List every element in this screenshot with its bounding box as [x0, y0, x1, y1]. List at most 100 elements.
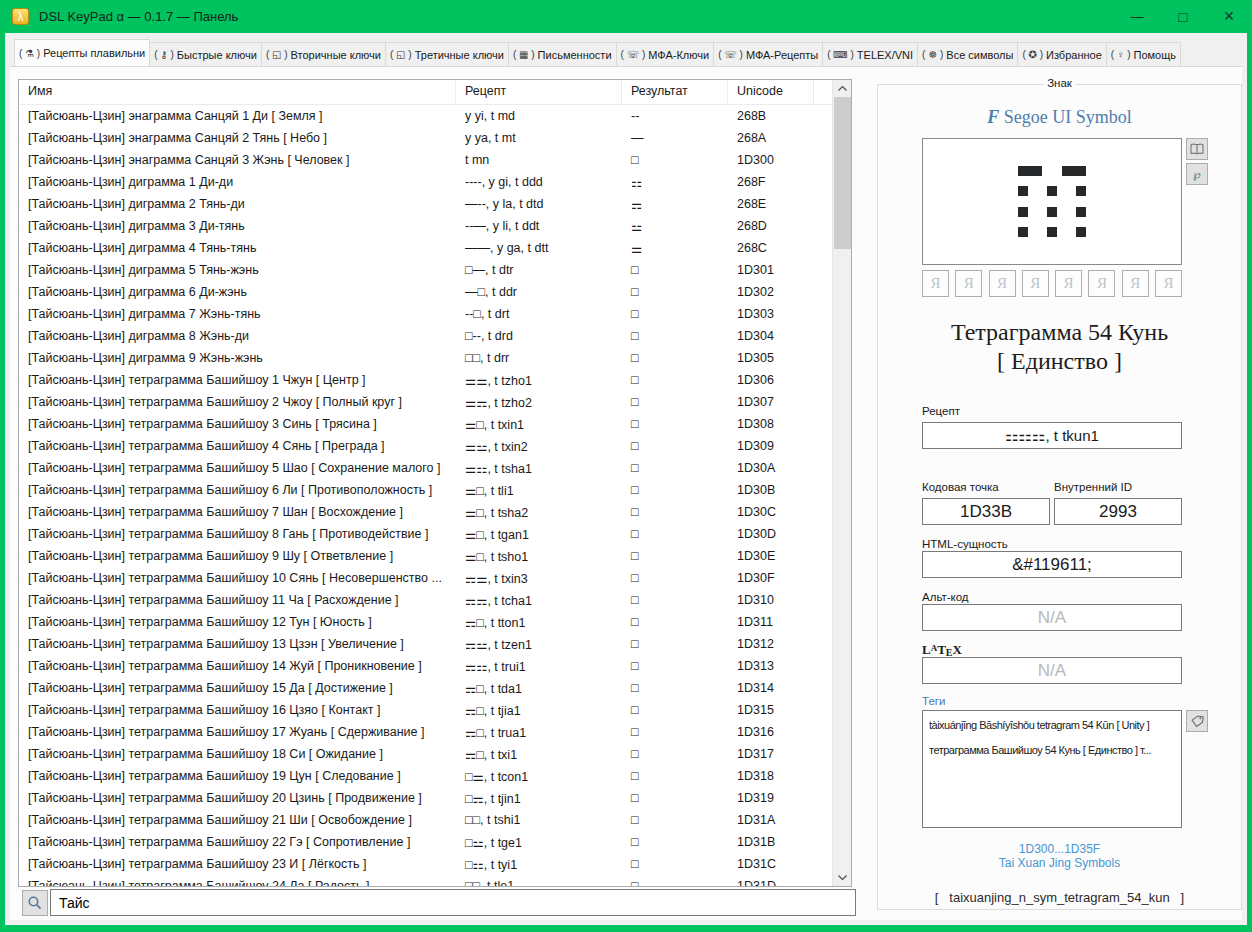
cell-unicode: 1D30B	[728, 483, 814, 497]
table-row[interactable]: [Тайсюань-Цзин] тетраграмма Башийшоу 8 Г…	[19, 523, 831, 545]
font-name: Segoe UI Symbol	[1004, 107, 1132, 127]
tags-line1: tàixuánjīng Bāshíyīshǒu tetragram 54 Kūn…	[929, 713, 1175, 738]
cell-name: [Тайсюань-Цзин] энаграмма Санцяй 3 Жэнь …	[19, 153, 456, 167]
cell-recipe: ⚌□, t tgan1	[456, 527, 622, 542]
table-row[interactable]: [Тайсюань-Цзин] тетраграмма Башийшоу 11 …	[19, 589, 831, 611]
scroll-down-icon[interactable]	[833, 869, 852, 886]
tab-10[interactable]: ( ✪ )Избранное	[1017, 42, 1106, 66]
fraktur-button[interactable]: ℘	[1186, 163, 1208, 185]
table-row[interactable]: [Тайсюань-Цзин] тетраграмма Башийшоу 18 …	[19, 743, 831, 765]
table-row[interactable]: [Тайсюань-Цзин] тетраграмма Башийшоу 19 …	[19, 765, 831, 787]
cell-unicode: 1D31A	[728, 813, 814, 827]
tag-button[interactable]	[1186, 710, 1208, 732]
block-link[interactable]: Tai Xuan Jing Symbols	[878, 856, 1241, 870]
table-row[interactable]: [Тайсюань-Цзин] тетраграмма Башийшоу 6 Л…	[19, 479, 831, 501]
codepoint-field[interactable]: 1D33B	[922, 498, 1050, 525]
tab-2[interactable]: ( ⚷ )Быстрые ключи	[149, 42, 262, 66]
table-row[interactable]: [Тайсюань-Цзин] тетраграмма Башийшоу 5 Ш…	[19, 457, 831, 479]
table-row[interactable]: [Тайсюань-Цзин] тетраграмма Башийшоу 3 С…	[19, 413, 831, 435]
table-row[interactable]: [Тайсюань-Цзин] тетраграмма Башийшоу 20 …	[19, 787, 831, 809]
cell-recipe: —□, t ddr	[456, 285, 622, 299]
cell-result: □	[622, 351, 728, 365]
tab-5[interactable]: ( ▦ )Письменности	[508, 42, 617, 66]
variant-button[interactable]: Я	[1055, 270, 1082, 297]
table-row[interactable]: [Тайсюань-Цзин] тетраграмма Башийшоу 9 Ш…	[19, 545, 831, 567]
table-row[interactable]: [Тайсюань-Цзин] тетраграмма Башийшоу 21 …	[19, 809, 831, 831]
tab-11[interactable]: ( ♀ )Помощь	[1106, 42, 1181, 66]
table-row[interactable]: [Тайсюань-Цзин] тетраграмма Башийшоу 15 …	[19, 677, 831, 699]
maximize-button[interactable]: □	[1160, 0, 1206, 33]
table-row[interactable]: [Тайсюань-Цзин] диграмма 2 Тянь-ди—--, y…	[19, 193, 831, 215]
cell-result: □	[622, 769, 728, 783]
cell-recipe: y ya, t mt	[456, 131, 622, 145]
variant-button[interactable]: Я	[955, 270, 982, 297]
tab-7[interactable]: ( ☏ )МФА-Рецепты	[713, 42, 823, 66]
close-button[interactable]: ×	[1206, 0, 1252, 33]
table-row[interactable]: [Тайсюань-Цзин] тетраграмма Башийшоу 12 …	[19, 611, 831, 633]
cell-recipe: ——, y ga, t dtt	[456, 241, 622, 255]
range-link[interactable]: 1D300...1D35F	[878, 842, 1241, 856]
variant-button[interactable]: Я	[922, 270, 949, 297]
cell-name: [Тайсюань-Цзин] энаграмма Санцяй 1 Ди [ …	[19, 109, 456, 123]
table-row[interactable]: [Тайсюань-Цзин] тетраграмма Башийшоу 13 …	[19, 633, 831, 655]
search-input[interactable]: Тайс	[50, 889, 856, 916]
cell-unicode: 268E	[728, 197, 814, 211]
tab-3[interactable]: ( ◱ )Вторичные ключи	[261, 42, 386, 66]
font-link[interactable]: F Segoe UI Symbol	[878, 107, 1241, 128]
alt-code-label: Альт-код	[922, 591, 969, 603]
scroll-up-icon[interactable]	[833, 80, 852, 97]
column-header[interactable]: Рецепт	[456, 80, 622, 104]
table-row[interactable]: [Тайсюань-Цзин] диграмма 7 Жэнь-тянь--□,…	[19, 303, 831, 325]
table-row[interactable]: [Тайсюань-Цзин] тетраграмма Башийшоу 17 …	[19, 721, 831, 743]
table-scrollbar[interactable]	[832, 80, 851, 886]
table-row[interactable]: [Тайсюань-Цзин] тетраграмма Башийшоу 23 …	[19, 853, 831, 875]
variant-button[interactable]: Я	[1022, 270, 1049, 297]
table-row[interactable]: [Тайсюань-Цзин] диграмма 8 Жэнь-ди□--, t…	[19, 325, 831, 347]
column-header[interactable]: Unicode	[728, 80, 814, 104]
table-row[interactable]: [Тайсюань-Цзин] диграмма 3 Ди-тянь--—, y…	[19, 215, 831, 237]
variant-button[interactable]: Я	[1122, 270, 1149, 297]
variant-button[interactable]: Я	[1155, 270, 1182, 297]
recipe-value: ⚏⚏⚏, t tkun1	[1005, 427, 1099, 445]
recipe-field[interactable]: ⚏⚏⚏, t tkun1	[922, 422, 1182, 449]
table-row[interactable]: [Тайсюань-Цзин] тетраграмма Башийшоу 1 Ч…	[19, 369, 831, 391]
table-row[interactable]: [Тайсюань-Цзин] тетраграмма Башийшоу 14 …	[19, 655, 831, 677]
table-row[interactable]: [Тайсюань-Цзин] диграмма 5 Тянь-жэнь□—, …	[19, 259, 831, 281]
table-row[interactable]: [Тайсюань-Цзин] диграмма 4 Тянь-тянь——, …	[19, 237, 831, 259]
table-row[interactable]: [Тайсюань-Цзин] тетраграмма Башийшоу 22 …	[19, 831, 831, 853]
cell-recipe: ⚎⚌, t txin3	[456, 571, 622, 586]
table-row[interactable]: [Тайсюань-Цзин] тетраграмма Башийшоу 4 С…	[19, 435, 831, 457]
variant-button[interactable]: Я	[1088, 270, 1115, 297]
table-row[interactable]: [Тайсюань-Цзин] тетраграмма Башийшоу 2 Ч…	[19, 391, 831, 413]
tab-6[interactable]: ( ☏ )МФА-Ключи	[616, 42, 715, 66]
table-row[interactable]: [Тайсюань-Цзин] энаграмма Санцяй 2 Тянь …	[19, 127, 831, 149]
cell-recipe: □□, t drr	[456, 351, 622, 365]
table-row[interactable]: [Тайсюань-Цзин] энаграмма Санцяй 3 Жэнь …	[19, 149, 831, 171]
alt-code-field[interactable]: N/A	[922, 604, 1182, 631]
table-row[interactable]: [Тайсюань-Цзин] энаграмма Санцяй 1 Ди [ …	[19, 105, 831, 127]
search-button[interactable]	[22, 890, 48, 916]
tab-1[interactable]: ( ⚗ )Рецепты плавильни	[14, 39, 150, 66]
variant-button[interactable]: Я	[989, 270, 1016, 297]
column-header[interactable]: Результат	[622, 80, 728, 104]
table-row[interactable]: [Тайсюань-Цзин] тетраграмма Башийшоу 10 …	[19, 567, 831, 589]
table-row[interactable]: [Тайсюань-Цзин] тетраграмма Башийшоу 7 Ш…	[19, 501, 831, 523]
table-row[interactable]: [Тайсюань-Цзин] тетраграмма Башийшоу 16 …	[19, 699, 831, 721]
tab-8[interactable]: ( ⌨ )TELEX/VNI	[822, 42, 918, 66]
table-row[interactable]: [Тайсюань-Цзин] диграмма 6 Ди-жэнь—□, t …	[19, 281, 831, 303]
book-button[interactable]	[1186, 138, 1208, 160]
table-row[interactable]: [Тайсюань-Цзин] диграмма 1 Ди-ди----, y …	[19, 171, 831, 193]
table-row[interactable]: [Тайсюань-Цзин] тетраграмма Башийшоу 24 …	[19, 875, 831, 886]
cell-name: [Тайсюань-Цзин] тетраграмма Башийшоу 5 Ш…	[19, 461, 456, 475]
minimize-button[interactable]: —	[1114, 0, 1160, 33]
table-row[interactable]: [Тайсюань-Цзин] диграмма 9 Жэнь-жэнь□□, …	[19, 347, 831, 369]
tab-9[interactable]: ( ☸ )Все символы	[917, 42, 1018, 66]
html-entity-field[interactable]: &#119611;	[922, 551, 1182, 578]
tab-4[interactable]: ( ◱ )Третичные ключи	[385, 42, 509, 66]
cell-recipe: ⚎□, t txi1	[456, 747, 622, 762]
internal-id-field[interactable]: 2993	[1054, 498, 1182, 525]
tags-textarea[interactable]: tàixuánjīng Bāshíyīshǒu tetragram 54 Kūn…	[922, 710, 1182, 828]
latex-field[interactable]: N/A	[922, 657, 1182, 684]
scrollbar-thumb[interactable]	[834, 97, 851, 249]
column-header[interactable]: Имя	[19, 80, 456, 104]
